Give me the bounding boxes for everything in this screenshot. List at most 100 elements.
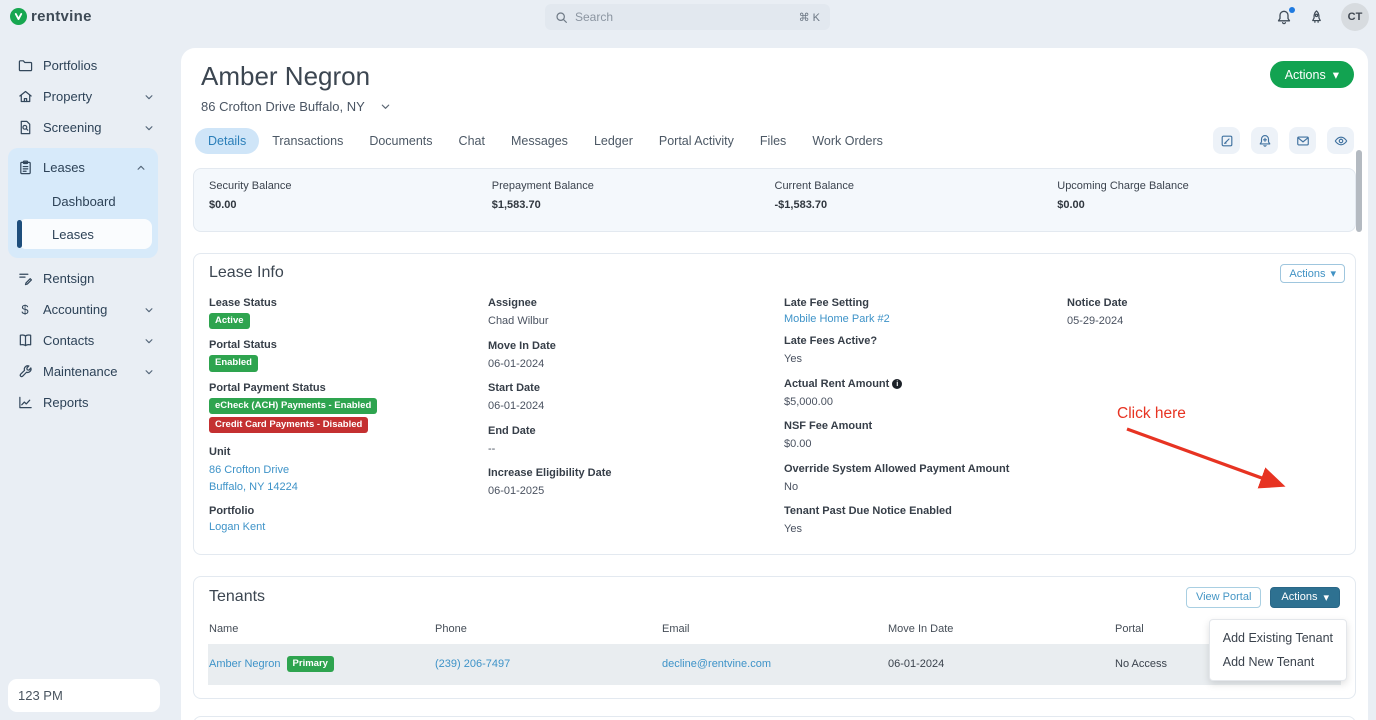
global-search[interactable]: ⌘ K [545,4,830,30]
main-content: Amber Negron Actions ▾ 86 Crofton Drive … [181,48,1368,720]
notifications-bell-icon[interactable] [1276,9,1292,26]
field-label: Portal Status [209,339,488,351]
sidebar-item-reports[interactable]: Reports [0,387,166,418]
chevron-down-icon [144,305,154,315]
tab-chat[interactable]: Chat [446,128,498,154]
balance-value: $1,583.70 [492,199,775,211]
sidebar-item-label: Property [43,89,92,104]
active-indicator [17,220,22,248]
caret-down-icon: ▾ [1330,267,1336,280]
sidebar-item-label: Maintenance [43,364,117,379]
lease-info-col2: AssigneeChad Wilbur Move In Date06-01-20… [488,297,784,510]
balance-summary: Security Balance $0.00 Prepayment Balanc… [193,168,1356,232]
tenant-name-link[interactable]: Amber Negron [209,658,281,670]
sidebar-item-label: Portfolios [43,58,97,73]
sidebar-item-rentsign[interactable]: Rentsign [0,263,166,294]
tab-portal-activity[interactable]: Portal Activity [646,128,747,154]
balance-value: $0.00 [209,199,492,211]
field-value: 06-01-2024 [488,356,784,373]
status-badge: Enabled [209,355,258,371]
note-edit-button[interactable] [1213,127,1240,154]
tenants-actions-button[interactable]: Actions ▾ [1270,587,1340,608]
view-portal-button[interactable]: View Portal [1186,587,1261,608]
tab-work-orders[interactable]: Work Orders [799,128,896,154]
column-header: Phone [435,623,662,635]
user-avatar[interactable]: CT [1341,3,1369,31]
portfolio-link[interactable]: Logan Kent [209,521,265,533]
chevron-down-icon [144,336,154,346]
page-actions-button[interactable]: Actions ▾ [1270,61,1354,88]
sidebar-item-portfolios[interactable]: Portfolios [0,50,166,81]
sidebar-item-contacts[interactable]: Contacts [0,325,166,356]
topbar: rentvine ⌘ K CT [0,0,1376,34]
tenant-email-link[interactable]: decline@rentvine.com [662,658,888,670]
sidebar-item-screening[interactable]: Screening [0,112,166,143]
chevron-down-icon[interactable] [380,101,391,112]
menu-item-add-existing-tenant[interactable]: Add Existing Tenant [1210,626,1346,650]
field-label: NSF Fee Amount [784,420,1067,432]
sidebar-footer-clock: 123 PM [8,679,160,712]
late-fee-setting-link[interactable]: Mobile Home Park #2 [784,313,890,325]
tab-messages[interactable]: Messages [498,128,581,154]
sidebar-item-leases-sub[interactable]: Leases [18,219,152,249]
sidebar-item-label: Reports [43,395,89,410]
tenants-table-header: Name Phone Email Move In Date Portal [194,608,1355,644]
field-label: Actual Rent Amount [784,378,889,390]
field-label: Late Fee Setting [784,297,1067,309]
tenant-row[interactable]: Amber Negron Primary (239) 206-7497 decl… [208,644,1341,685]
chevron-down-icon [144,92,154,102]
bell-plus-button[interactable] [1251,127,1278,154]
sidebar-item-maintenance[interactable]: Maintenance [0,356,166,387]
rentvine-logo[interactable]: rentvine [10,8,92,25]
status-badge: Credit Card Payments - Disabled [209,417,368,433]
tab-details[interactable]: Details [195,128,259,154]
tenants-actions-menu: Add Existing Tenant Add New Tenant [1209,619,1347,681]
envelope-button[interactable] [1289,127,1316,154]
tab-files[interactable]: Files [747,128,799,154]
sidebar-item-dashboard[interactable]: Dashboard [18,186,152,216]
lease-info-col3: Late Fee Setting Mobile Home Park #2 Late… [784,297,1067,548]
field-value: 06-01-2024 [488,398,784,415]
field-label: Late Fees Active? [784,335,1067,347]
dollar-icon: $ [17,302,33,317]
annotation-click-here: Click here [1117,405,1186,423]
column-header: Email [662,623,888,635]
field-value: No [784,479,1067,496]
field-value: 05-29-2024 [1067,313,1340,330]
notification-dot [1289,7,1295,13]
unit-link[interactable]: Buffalo, NY 14224 [209,481,298,493]
clipboard-icon [17,160,33,175]
balance-label: Current Balance [775,180,1058,192]
eye-button[interactable] [1327,127,1354,154]
chevron-down-icon [144,123,154,133]
book-icon [17,333,33,348]
caret-down-icon: ▾ [1333,67,1339,82]
menu-item-add-new-tenant[interactable]: Add New Tenant [1210,650,1346,674]
unit-link[interactable]: 86 Crofton Drive [209,464,289,476]
wrench-icon [17,364,33,379]
tab-ledger[interactable]: Ledger [581,128,646,154]
tab-documents[interactable]: Documents [356,128,445,154]
rocket-icon[interactable] [1309,9,1324,25]
info-icon[interactable]: i [892,379,902,389]
sidebar: Portfolios Property Screening Leases Das… [0,34,166,720]
property-address[interactable]: 86 Crofton Drive Buffalo, NY [201,99,1356,114]
doc-search-icon [17,120,33,135]
sidebar-item-property[interactable]: Property [0,81,166,112]
tenant-phone-link[interactable]: (239) 206-7497 [435,658,662,670]
sidebar-item-leases[interactable]: Leases [8,152,158,183]
lease-info-actions-button[interactable]: Actions ▾ [1280,264,1345,283]
sidebar-item-accounting[interactable]: $ Accounting [0,294,166,325]
lease-info-col4: Notice Date05-29-2024 [1067,297,1340,340]
folder-icon [17,58,33,73]
vertical-scrollbar[interactable] [1356,150,1362,232]
tab-transactions[interactable]: Transactions [259,128,356,154]
field-value: Yes [784,521,1067,538]
sidebar-subitem-label: Leases [52,227,94,242]
clock-label: 123 PM [18,688,63,703]
tenants-title: Tenants [209,588,265,606]
status-badge: Active [209,313,250,329]
search-input[interactable] [575,10,792,24]
sidebar-group-leases: Leases Dashboard Leases [8,148,158,258]
actions-label: Actions [1285,68,1326,82]
